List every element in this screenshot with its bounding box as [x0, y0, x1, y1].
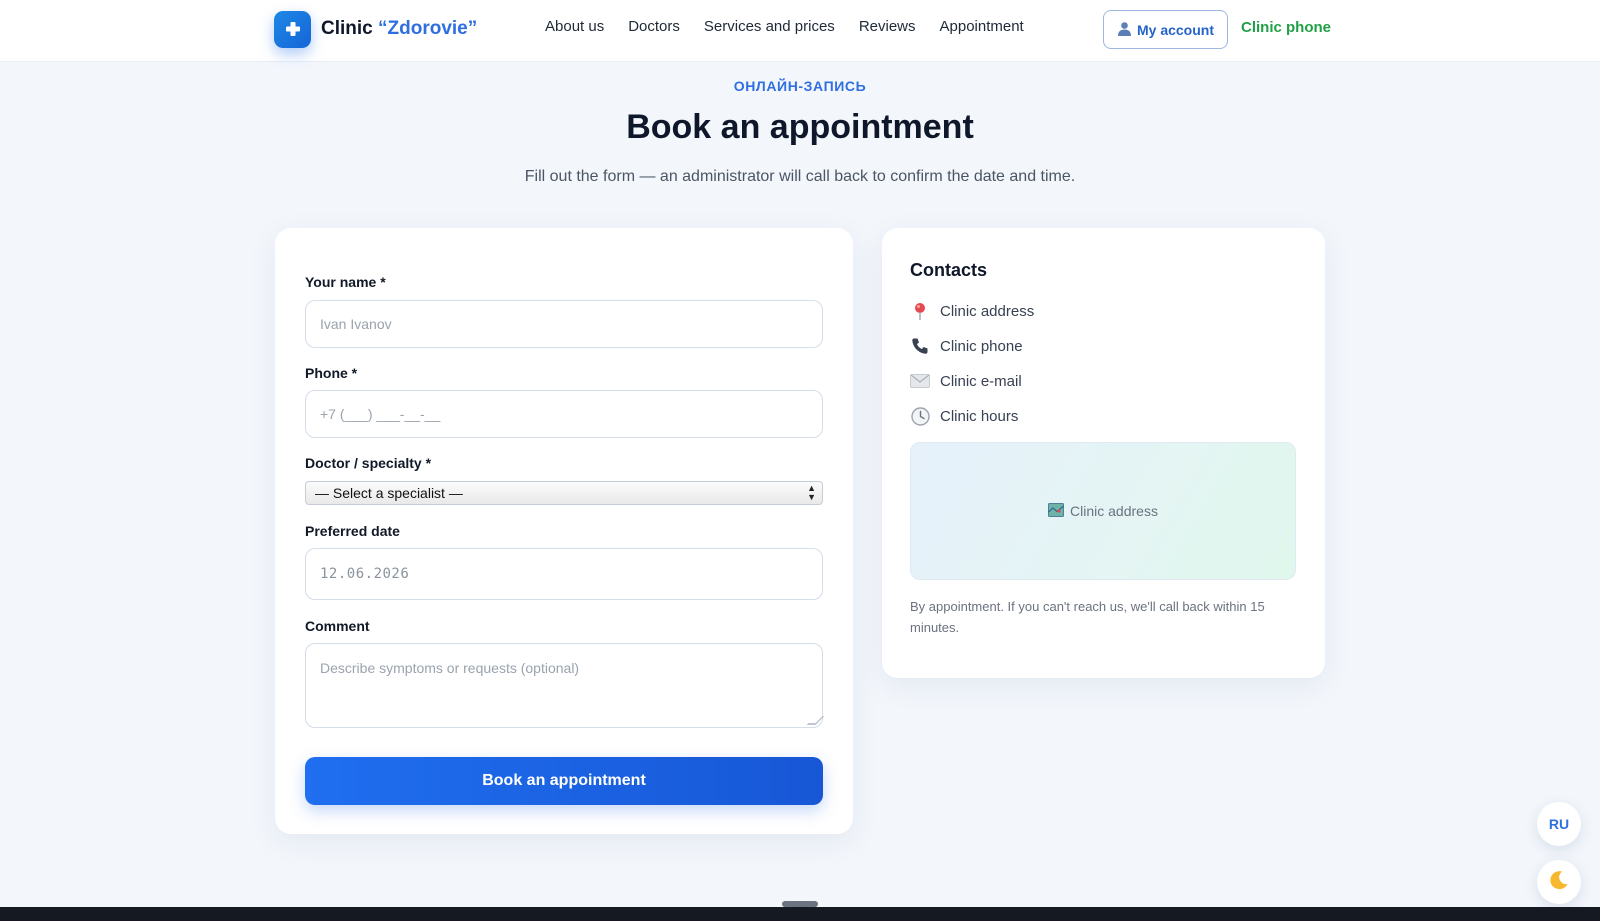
language-label: RU	[1548, 816, 1570, 832]
phone-input[interactable]: +7 (___) ___-__-__	[305, 390, 823, 438]
contact-email[interactable]: Clinic e-mail	[910, 371, 1022, 391]
specialty-label: Doctor / specialty *	[305, 455, 432, 471]
clinic-name: Clinic “Zdorovie”	[321, 18, 477, 40]
my-account-label: My account	[1136, 21, 1214, 38]
footer-edge	[0, 907, 1600, 921]
comment-textarea[interactable]: Describe symptoms or requests (optional)	[305, 643, 825, 728]
header-phone-link[interactable]: Clinic phone	[1241, 19, 1331, 36]
name-label: Your name *	[305, 274, 386, 290]
phone-icon	[910, 336, 930, 356]
date-value: 12.06.2026	[320, 566, 410, 582]
nav-about-us[interactable]: About us	[545, 18, 604, 35]
booking-form-card: Your name * Ivan Ivanov Phone * +7 (___)…	[275, 228, 853, 834]
contact-phone-label: Clinic phone	[940, 337, 1023, 355]
moon-icon	[1548, 869, 1570, 896]
map-icon	[1048, 502, 1065, 520]
logo-brand: “Zdorovie”	[378, 18, 478, 39]
nav-doctors[interactable]: Doctors	[628, 18, 680, 35]
main-nav: About us Doctors Services and prices Rev…	[545, 18, 1024, 35]
clinic-logo[interactable]: Clinic “Zdorovie”	[274, 10, 477, 48]
page-title: Book an appointment	[626, 108, 974, 146]
nav-appointment[interactable]: Appointment	[940, 18, 1024, 35]
contact-email-label: Clinic e-mail	[940, 372, 1022, 390]
contact-address: Clinic address	[910, 301, 1034, 321]
phone-label: Phone *	[305, 365, 358, 381]
user-icon	[1117, 21, 1132, 39]
date-label: Preferred date	[305, 523, 400, 539]
theme-toggle-button[interactable]	[1537, 860, 1581, 904]
language-toggle-button[interactable]: RU	[1537, 802, 1581, 846]
contacts-card: Contacts Clinic address Clinic phone Cli…	[882, 228, 1325, 678]
site-header: Clinic “Zdorovie” About us Doctors Servi…	[0, 0, 1600, 62]
contact-phone[interactable]: Clinic phone	[910, 336, 1023, 356]
select-arrows-icon: ▲ ▼	[807, 483, 816, 502]
name-placeholder: Ivan Ivanov	[320, 316, 392, 332]
map-placeholder[interactable]: Clinic address	[910, 442, 1296, 580]
resize-grip-icon[interactable]	[806, 716, 825, 725]
date-input[interactable]: 12.06.2026	[305, 548, 823, 600]
contact-hours: Clinic hours	[910, 406, 1018, 426]
map-label: Clinic address	[1070, 503, 1158, 519]
specialty-select[interactable]: — Select a specialist — ▲ ▼	[305, 481, 823, 505]
logo-prefix: Clinic	[321, 18, 373, 39]
contact-address-label: Clinic address	[940, 302, 1035, 320]
comment-label: Comment	[305, 618, 370, 634]
contacts-title: Contacts	[910, 260, 988, 280]
contact-hours-label: Clinic hours	[940, 407, 1019, 425]
clock-icon	[910, 406, 930, 426]
pin-icon	[910, 301, 930, 321]
phone-placeholder: +7 (___) ___-__-__	[320, 406, 441, 422]
submit-label: Book an appointment	[482, 772, 646, 789]
comment-placeholder: Describe symptoms or requests (optional)	[320, 660, 580, 676]
my-account-button[interactable]: My account	[1103, 10, 1228, 49]
submit-appointment-button[interactable]: Book an appointment	[305, 757, 823, 805]
envelope-icon	[910, 371, 930, 391]
page-subtitle: Fill out the form — an administrator wil…	[524, 168, 1076, 185]
section-eyebrow: ОНЛАЙН-ЗАПИСЬ	[733, 78, 867, 94]
nav-reviews[interactable]: Reviews	[859, 18, 916, 35]
specialty-selected-value: — Select a specialist —	[315, 485, 463, 501]
contacts-note: By appointment. If you can't reach us, w…	[910, 599, 1265, 635]
name-input[interactable]: Ivan Ivanov	[305, 300, 823, 348]
medical-cross-icon	[274, 10, 311, 48]
nav-services-and-prices[interactable]: Services and prices	[704, 18, 835, 35]
